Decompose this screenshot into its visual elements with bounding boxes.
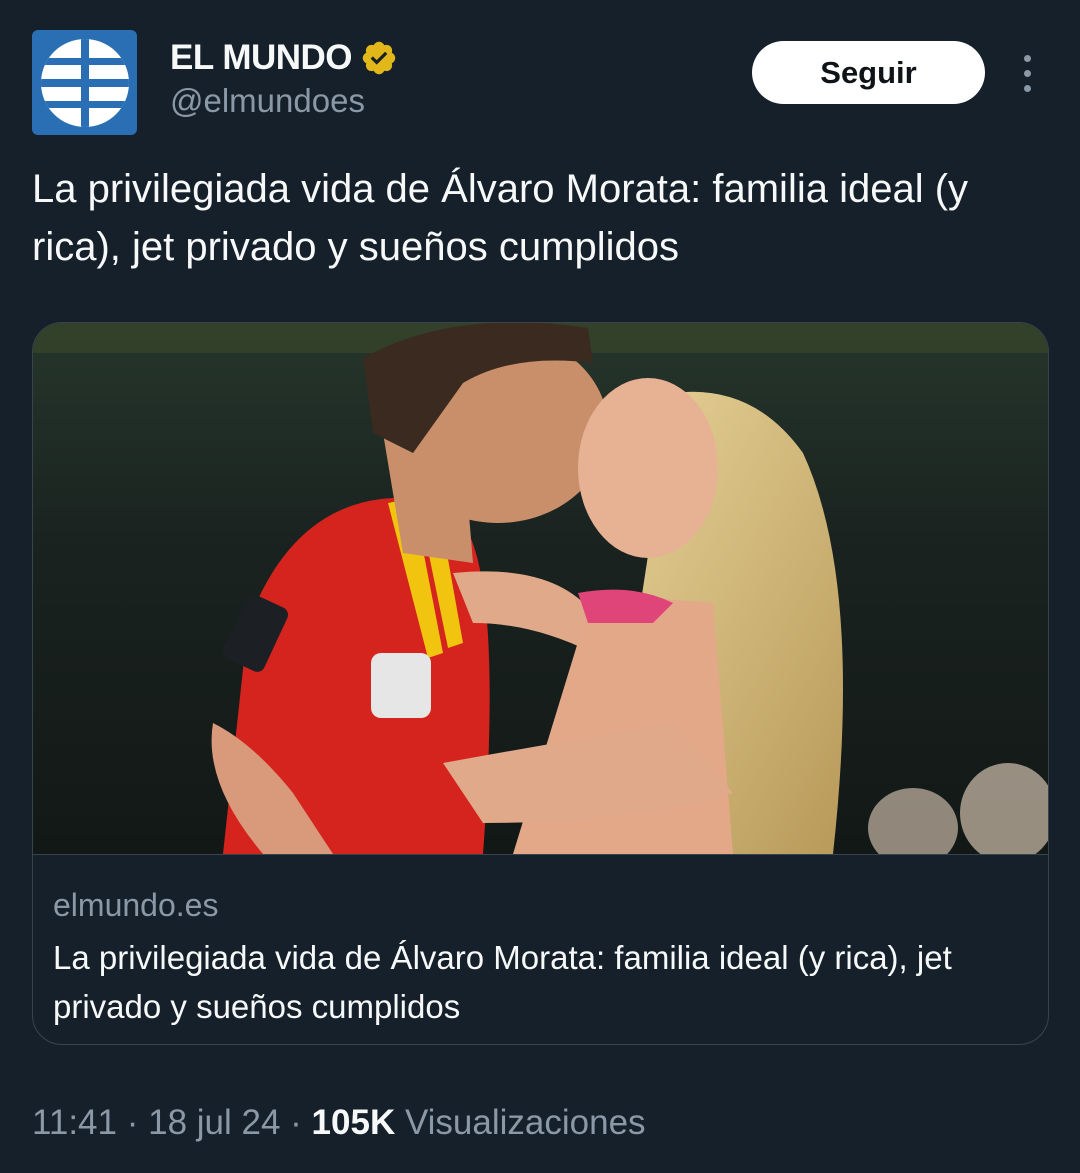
link-card[interactable]: elmundo.es La privilegiada vida de Álvar… bbox=[32, 322, 1049, 1045]
name-row: EL MUNDO bbox=[170, 36, 398, 80]
verified-badge-icon[interactable] bbox=[360, 39, 398, 77]
views-label: Visualizaciones bbox=[395, 1103, 646, 1142]
photo-illustration bbox=[33, 323, 1048, 854]
tweet-text: La privilegiada vida de Álvaro Morata: f… bbox=[32, 167, 969, 269]
more-dot bbox=[1023, 54, 1031, 62]
el-mundo-logo-icon bbox=[40, 38, 129, 127]
meta-separator: · bbox=[280, 1103, 312, 1142]
account-handle[interactable]: @elmundoes bbox=[170, 82, 365, 120]
link-card-body[interactable]: elmundo.es La privilegiada vida de Álvar… bbox=[33, 854, 1048, 1044]
more-options-icon[interactable] bbox=[1008, 50, 1046, 96]
tweet-meta: 11:41 · 18 jul 24 · 105K Visualizaciones bbox=[32, 1098, 646, 1148]
more-dot bbox=[1023, 69, 1031, 77]
tweet-time[interactable]: 11:41 bbox=[32, 1103, 117, 1143]
tweet-date[interactable]: 18 jul 24 bbox=[148, 1103, 280, 1143]
views-count[interactable]: 105K bbox=[312, 1103, 396, 1143]
link-card-domain: elmundo.es bbox=[53, 887, 219, 923]
link-card-title: La privilegiada vida de Álvaro Morata: f… bbox=[53, 939, 952, 1025]
link-card-image[interactable] bbox=[33, 323, 1048, 854]
display-name[interactable]: EL MUNDO bbox=[170, 38, 353, 78]
meta-separator: · bbox=[117, 1103, 149, 1142]
tweet-header: EL MUNDO @elmundoes Seguir bbox=[0, 0, 1080, 150]
account-avatar[interactable] bbox=[32, 30, 137, 135]
more-dot bbox=[1023, 84, 1031, 92]
follow-button[interactable]: Seguir bbox=[752, 41, 985, 104]
